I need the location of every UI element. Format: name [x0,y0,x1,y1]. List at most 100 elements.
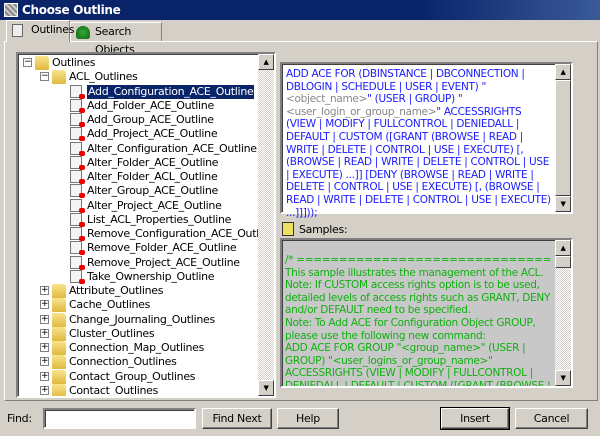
outline-doc-icon [70,269,85,284]
outline-doc-icon [70,184,85,199]
folder-icon [52,341,66,355]
tree-scrollbar[interactable]: ▲ ▼ [258,54,274,396]
tab-outlines[interactable]: Outlines [6,20,74,42]
syntax-scrollbar[interactable]: ▲ ▼ [555,64,571,212]
tree-item-label: Alter_Configuration_ACE_Outline [87,141,257,155]
samples-icon [282,222,294,236]
collapse-icon[interactable]: − [40,72,49,82]
app-icon [4,3,18,17]
tree-item-folder[interactable]: + Contact_Outlines [18,383,258,396]
outline-doc-icon [70,198,85,213]
expand-icon[interactable]: + [40,343,49,352]
outline-doc-icon [70,241,85,256]
syntax-box[interactable]: ADD ACE FOR (DBINSTANCE | DBCONNECTION |… [280,62,573,219]
find-label: Find: [7,412,32,425]
folder-icon [52,312,66,327]
window-title: Choose Outline [22,3,121,17]
tree-item-label: Cluster_Outlines [69,326,155,340]
tree-item-outline[interactable]: Alter_Configuration_ACE_Outline [18,141,258,156]
scroll-up-button[interactable]: ▲ [555,64,571,80]
samples-box[interactable]: /* ==================================== … [280,238,573,388]
tree-item-folder[interactable]: + Connection_Outlines [18,355,258,370]
tree-item-label: Add_Project_ACE_Outline [87,127,218,141]
tree-item-outline[interactable]: Alter_Folder_ACE_Outline [18,155,258,170]
title-bar: Choose Outline [0,0,600,20]
tree-item-outline[interactable]: Add_Project_ACE_Outline [18,127,258,142]
folder-icon [35,56,49,70]
samples-scrollbar[interactable]: ▲ ▼ [555,240,571,386]
tree-item-label: List_ACL_Properties_Outline [87,212,232,226]
outline-doc-icon [70,98,85,113]
tree-item-outline[interactable]: Remove_Project_ACE_Outline [18,255,258,270]
scroll-up-button[interactable]: ▲ [555,240,571,256]
expand-icon[interactable]: + [40,385,49,395]
tree-item-folder[interactable]: + Change_Journaling_Outlines [18,312,258,327]
folder-icon [52,383,66,396]
tree-item-outline[interactable]: List_ACL_Properties_Outline [18,212,258,227]
outline-doc-icon [70,170,85,184]
tree-item-label: Remove_Configuration_ACE_Outline [87,227,275,240]
scroll-thumb[interactable] [555,80,571,196]
sample-line: ADD ACE FOR GROUP "<group_name>" (USER |… [285,342,551,388]
expand-icon[interactable]: + [40,371,49,381]
tree-item-label: Remove_Project_ACE_Outline [87,255,240,269]
tree-item-folder[interactable]: − Outlines [18,56,258,70]
outline-doc-icon [70,227,85,241]
sample-line: Note: To Add ACE for Configuration Objec… [285,316,536,342]
tree-item-folder[interactable]: + Cache_Outlines [18,298,258,313]
tree-item-folder[interactable]: − ACL_Outlines [18,70,258,85]
tree-item-label: ACL_Outlines [69,70,138,84]
expand-icon[interactable]: + [40,314,49,324]
tree-item-outline[interactable]: Alter_Folder_ACL_Outline [18,170,258,184]
scroll-up-button[interactable]: ▲ [258,54,274,70]
tree-item-label: Cache_Outlines [69,298,151,312]
help-button[interactable]: Help [277,408,339,429]
scroll-thumb[interactable] [555,256,571,268]
tree-item-outline[interactable]: Alter_Project_ACE_Outline [18,198,258,213]
syntax-text: ADD ACE FOR (DBINSTANCE | DBCONNECTION |… [286,68,525,93]
sample-line: Note: If CUSTOM access rights option is … [285,279,551,317]
find-next-button[interactable]: Find Next [202,408,272,429]
tree-item-outline[interactable]: Remove_Folder_ACE_Outline [18,241,258,256]
tree-item-label: Remove_Folder_ACE_Outline [87,241,237,255]
tree-item-outline[interactable]: Alter_Group_ACE_Outline [18,184,258,199]
find-input[interactable] [43,408,196,429]
folder-icon [52,298,66,313]
tree-item-folder[interactable]: + Attribute_Outlines [18,284,258,298]
tree-item-outline[interactable]: Add_Folder_ACE_Outline [18,98,258,113]
tree-item-outline[interactable]: Add_Configuration_ACE_Outline [18,83,258,100]
tree-item-label: Take_Ownership_Outline [87,269,215,283]
syntax-placeholder: <object_name> [286,93,368,106]
expand-icon[interactable]: + [40,300,49,310]
scroll-down-button[interactable]: ▼ [555,196,571,212]
tab-search-objects[interactable]: Search Objects [70,22,162,56]
tree-item-outline[interactable]: Add_Group_ACE_Outline [18,113,258,127]
collapse-icon[interactable]: − [23,58,32,67]
tree-item-label: Connection_Map_Outlines [69,341,205,354]
tree-item-label: Attribute_Outlines [69,284,164,297]
tree-item-label: Change_Journaling_Outlines [69,312,215,326]
tree-item-label: Alter_Folder_ACL_Outline [87,170,218,183]
tree-item-label: Alter_Folder_ACE_Outline [87,155,219,169]
cancel-button[interactable]: Cancel [515,408,588,429]
tree-item-outline[interactable]: Take_Ownership_Outline [18,269,258,284]
outline-tree[interactable]: − Outlines − ACL_Outlines Add_Configuration_… [16,52,276,398]
expand-icon[interactable]: + [40,286,49,295]
expand-icon[interactable]: + [40,328,49,338]
syntax-text: " (USER | GROUP) " [367,93,463,106]
scroll-down-button[interactable]: ▼ [258,380,274,396]
tree-item-label: Alter_Group_ACE_Outline [87,184,219,198]
sample-line: This sample illustrates the management o… [285,266,544,279]
folder-icon [52,369,66,384]
tree-item-outline[interactable]: Remove_Configuration_ACE_Outline [18,227,274,241]
insert-button[interactable]: Insert [440,407,510,430]
tree-item-folder[interactable]: + Connection_Map_Outlines [18,341,258,355]
outline-doc-icon [70,84,85,99]
expand-icon[interactable]: + [40,357,49,367]
folder-icon [52,70,66,85]
tree-item-folder[interactable]: + Cluster_Outlines [18,326,258,341]
tree-item-folder[interactable]: + Contact_Group_Outlines [18,369,258,384]
tree-item-label: Add_Group_ACE_Outline [87,113,214,126]
scroll-down-button[interactable]: ▼ [555,370,571,386]
syntax-placeholder: <user_login_or_group_name> [286,105,437,118]
